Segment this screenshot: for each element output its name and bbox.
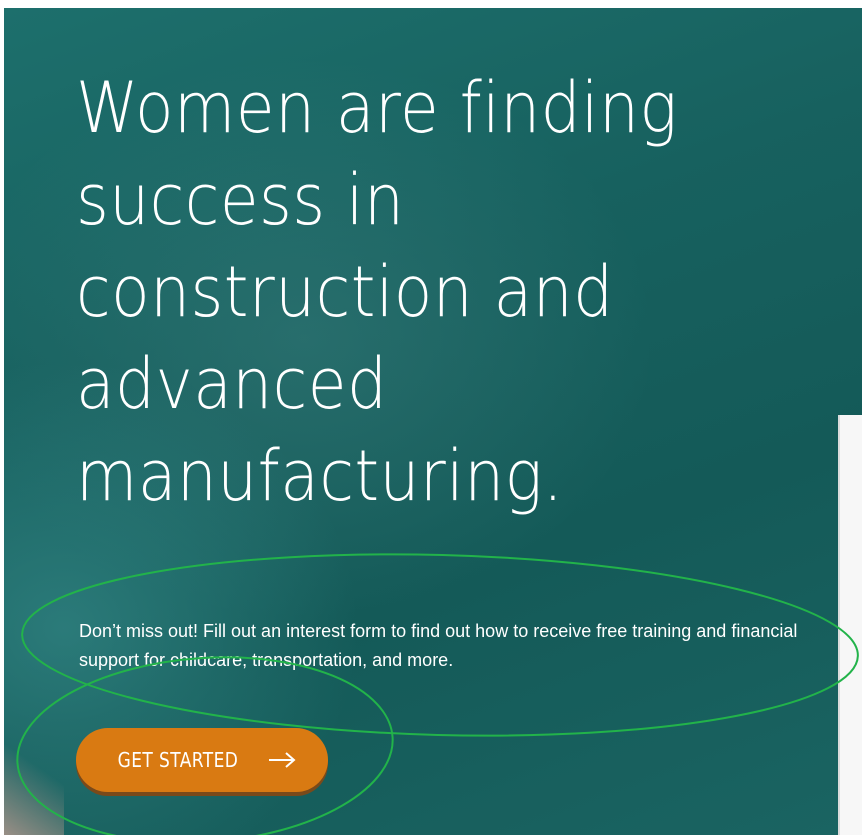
arrow-right-icon	[268, 752, 296, 768]
hero-subtext: Don’t miss out! Fill out an interest for…	[79, 621, 798, 670]
hero-headline: Women are finding success in constructio…	[76, 67, 678, 517]
page: Women are finding success in constructio…	[0, 0, 862, 835]
side-panel-edge	[838, 415, 862, 835]
get-started-label: GET STARTED	[117, 748, 239, 772]
background-photo-edge	[4, 745, 64, 835]
get-started-button[interactable]: GET STARTED	[76, 728, 328, 792]
